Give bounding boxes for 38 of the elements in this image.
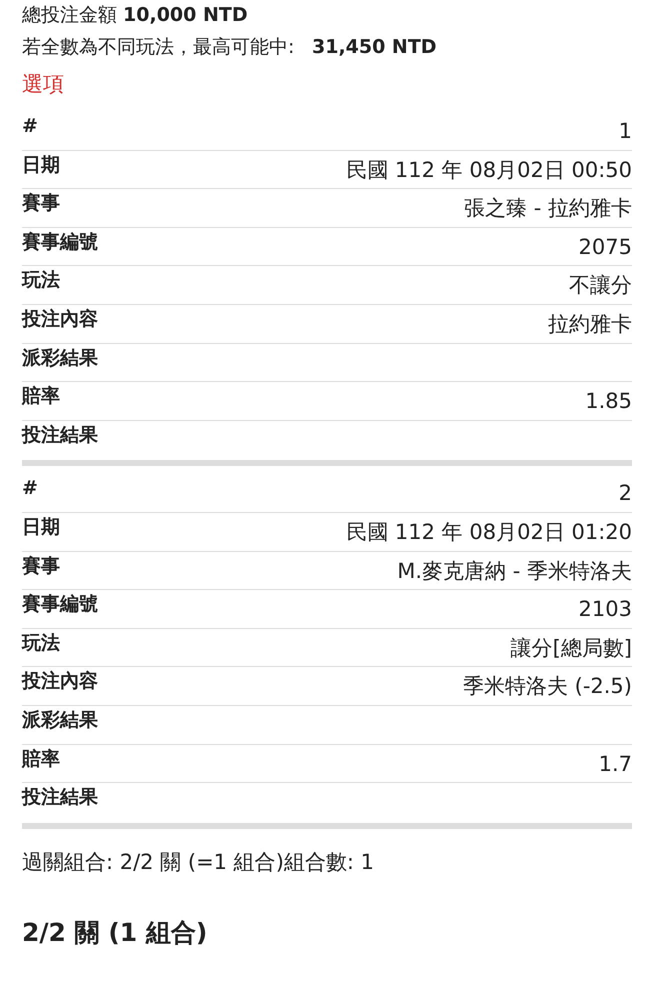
parlay-summary-text: 過關組合: 2/2 關 (=1 組合)組合數: 1 (22, 848, 374, 876)
field-value: 1 (618, 118, 632, 145)
field-value: 民國 112 年 08月02日 00:50 (346, 156, 632, 184)
options-heading: 選項 (22, 71, 64, 98)
field-label: # (22, 114, 38, 139)
field-label: 投注結果 (22, 422, 98, 448)
field-label: 投注結果 (22, 785, 98, 810)
field-value: 2075 (578, 234, 632, 261)
field-label: 投注內容 (22, 669, 98, 694)
field-value: 不讓分 (569, 272, 632, 300)
field-label: 賽事編號 (22, 592, 98, 618)
field-label: 派彩結果 (22, 708, 98, 733)
field-value: 讓分[總局數] (510, 634, 632, 662)
field-label: 投注內容 (22, 306, 98, 332)
parlay-heading: 2/2 關 (1 組合) (22, 916, 208, 949)
max-payout-value: 31,450 NTD (312, 35, 437, 60)
field-label: 賠率 (22, 746, 60, 772)
field-value: 拉約雅卡 (548, 310, 632, 338)
field-label: 日期 (22, 514, 60, 540)
field-value: 2 (618, 480, 632, 508)
field-label: 賽事編號 (22, 230, 98, 255)
field-label: 玩法 (22, 268, 60, 294)
field-value: 1.7 (598, 750, 632, 778)
field-label: 賠率 (22, 384, 60, 410)
field-label: 派彩結果 (22, 346, 98, 371)
field-value: 季米特洛夫 (-2.5) (462, 673, 632, 700)
max-payout-label: 若全數為不同玩法，最高可能中: (22, 35, 296, 60)
total-stake-text: 總投注金額 10,000 NTD (22, 3, 248, 28)
field-label: 賽事 (22, 191, 60, 216)
field-label: # (22, 476, 38, 502)
field-value: 1.85 (585, 388, 632, 416)
field-label: 日期 (22, 152, 60, 178)
field-value: 張之臻 - 拉約雅卡 (464, 195, 632, 222)
field-label: 玩法 (22, 630, 60, 656)
field-value: M.麥克唐納 - 季米特洛夫 (397, 558, 632, 585)
field-value: 2103 (578, 596, 632, 624)
field-value: 民國 112 年 08月02日 01:20 (346, 518, 632, 546)
field-label: 賽事 (22, 554, 60, 579)
